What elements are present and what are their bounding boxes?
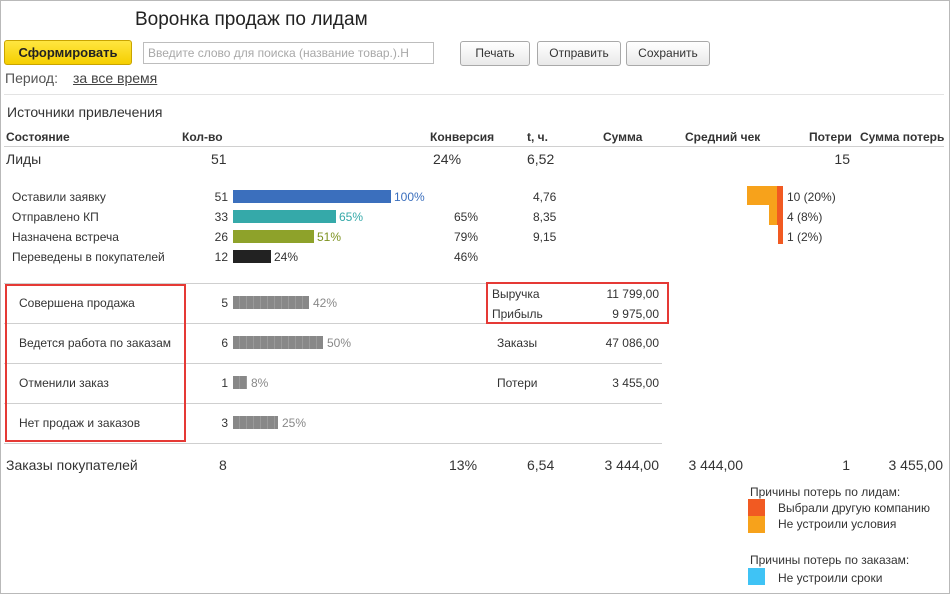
outcome-bar — [233, 416, 278, 429]
col-header-state: Состояние — [6, 130, 70, 144]
outcome-count: 1 — [221, 376, 228, 390]
orders-value: 47 086,00 — [605, 336, 659, 350]
orders-row-sum: 3 444,00 — [604, 457, 660, 473]
outcome-count: 3 — [221, 416, 228, 430]
stage-count: 51 — [214, 190, 228, 204]
legend-item-label: Выбрали другую компанию — [778, 501, 930, 515]
stage-count: 12 — [214, 250, 228, 264]
period-link[interactable]: за все время — [73, 70, 157, 86]
legend-swatch-conditions — [748, 516, 765, 533]
legend-swatch-other-company — [748, 499, 765, 516]
stage-label: Отправлено КП — [12, 210, 99, 224]
outcome-count: 6 — [221, 336, 228, 350]
stage-conversion: 79% — [453, 230, 478, 244]
orders-row-t: 6,54 — [527, 457, 555, 473]
orders-row-count: 8 — [219, 457, 227, 473]
print-button[interactable]: Печать — [460, 41, 530, 66]
stage-conversion: 46% — [453, 250, 478, 264]
legend-item-label: Не устроили сроки — [778, 571, 883, 585]
stage-count: 26 — [214, 230, 228, 244]
col-header-count: Кол-во — [182, 130, 223, 144]
orders-row-avg-check: 3 444,00 — [688, 457, 744, 473]
stage-t: 9,15 — [533, 230, 557, 244]
leads-losses: 15 — [834, 151, 850, 167]
outcome-percent: 8% — [251, 376, 269, 390]
stage-percent: 65% — [339, 210, 364, 224]
send-button[interactable]: Отправить — [537, 41, 621, 66]
loss-chart-bar-other-company — [778, 225, 783, 244]
stage-percent: 24% — [274, 250, 299, 264]
col-header-sum: Сумма — [603, 130, 643, 144]
header-divider — [4, 146, 944, 147]
legend-orders-title: Причины потерь по заказам: — [750, 553, 910, 567]
legend-item-label: Не устроили условия — [778, 517, 897, 531]
stage-losses: 1 (2%) — [787, 230, 823, 244]
stage-bar — [233, 230, 314, 243]
loss-chart-bar-conditions — [769, 205, 777, 225]
outcome-percent: 50% — [327, 336, 352, 350]
stage-bar — [233, 250, 271, 263]
orders-row-losses: 1 — [842, 457, 850, 473]
divider — [4, 94, 944, 95]
legend-leads-title: Причины потерь по лидам: — [750, 485, 901, 499]
col-header-losses: Потери — [809, 130, 852, 144]
stage-count: 33 — [214, 210, 228, 224]
orders-row-label: Заказы покупателей — [6, 457, 138, 473]
outcome-bar — [233, 376, 247, 389]
stage-label: Назначена встреча — [12, 230, 119, 244]
stage-t: 4,76 — [533, 190, 557, 204]
stage-losses: 4 (8%) — [787, 210, 823, 224]
leads-conversion: 24% — [433, 151, 462, 167]
orders-row-loss-sum: 3 455,00 — [888, 457, 944, 473]
outcome-count: 5 — [221, 296, 228, 310]
outcome-percent: 25% — [282, 416, 307, 430]
save-button[interactable]: Сохранить — [626, 41, 710, 66]
losses-label: Потери — [497, 376, 538, 390]
highlight-revenue-box — [486, 282, 669, 324]
outcome-percent: 42% — [313, 296, 338, 310]
generate-button[interactable]: Сформировать — [4, 40, 132, 65]
stage-bar — [233, 210, 336, 223]
leads-label: Лиды — [6, 151, 42, 167]
col-header-loss-sum: Сумма потерь — [860, 130, 945, 144]
loss-chart-bar-conditions — [747, 186, 769, 205]
orders-row-conversion: 13% — [449, 457, 478, 473]
stage-bar — [233, 190, 391, 203]
col-header-conversion: Конверсия — [430, 130, 495, 144]
col-header-avg-check: Средний чек — [685, 130, 761, 144]
outcome-bar — [233, 296, 309, 309]
orders-label: Заказы — [497, 336, 538, 350]
stage-t: 8,35 — [533, 210, 557, 224]
highlight-outcomes-box — [5, 284, 186, 442]
stage-losses: 10 (20%) — [787, 190, 836, 204]
stage-conversion: 65% — [453, 210, 478, 224]
row-divider — [4, 443, 662, 444]
losses-value: 3 455,00 — [612, 376, 659, 390]
leads-t: 6,52 — [527, 151, 555, 167]
group-title: Источники привлечения — [7, 104, 163, 120]
stage-percent: 51% — [317, 230, 342, 244]
search-input[interactable] — [143, 42, 434, 64]
outcome-bar — [233, 336, 323, 349]
leads-count: 51 — [211, 151, 227, 167]
legend-swatch-deadlines — [748, 568, 765, 585]
stage-label: Переведены в покупателей — [12, 250, 165, 264]
stage-label: Оставили заявку — [12, 190, 106, 204]
loss-chart-bar-other-company — [777, 186, 783, 205]
period-label: Период: — [5, 70, 58, 86]
loss-chart-bar-other-company — [777, 205, 783, 225]
loss-chart-bar-conditions — [769, 186, 777, 205]
stage-percent: 100% — [394, 190, 425, 204]
page-title: Воронка продаж по лидам — [135, 9, 368, 30]
col-header-t: t, ч. — [527, 130, 548, 144]
